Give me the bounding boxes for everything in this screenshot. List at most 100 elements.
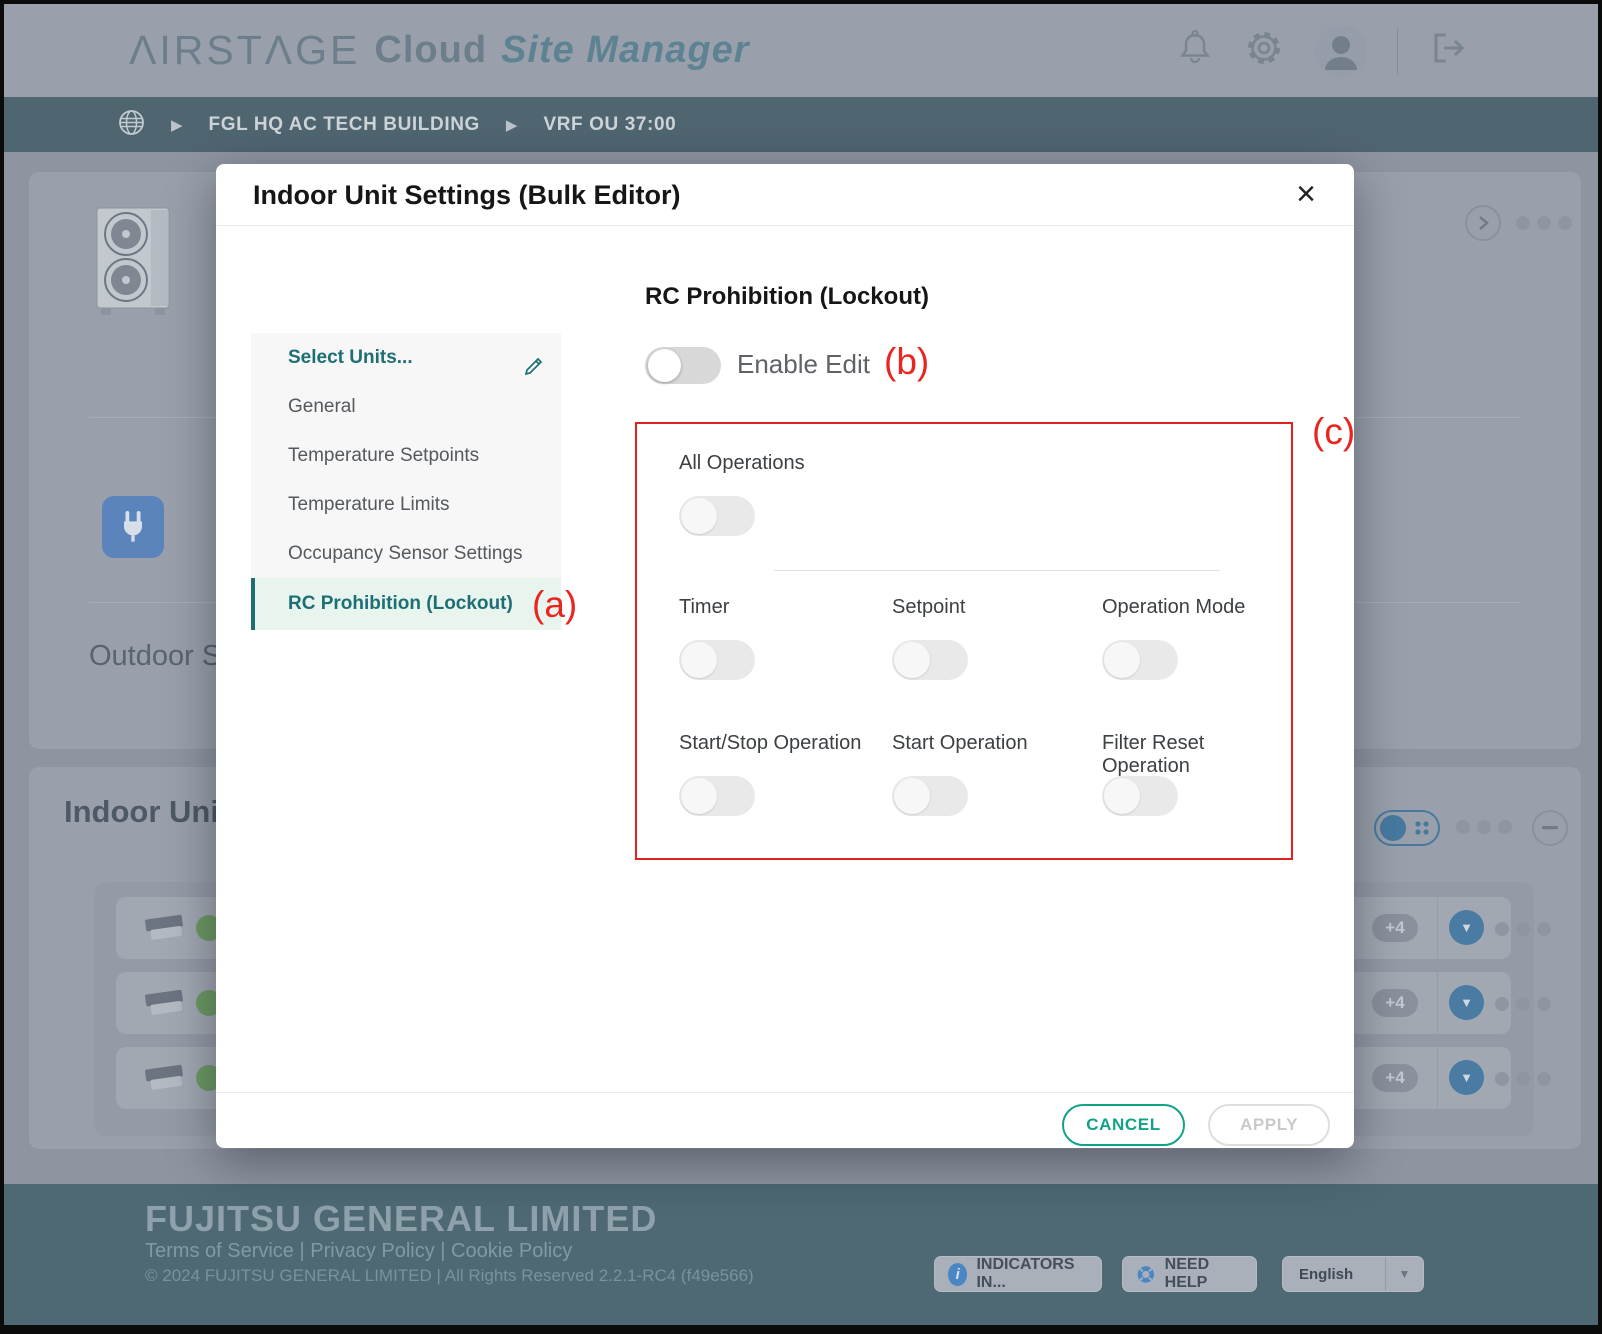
menu-item-temperature-limits[interactable]: Temperature Limits: [251, 480, 561, 529]
app-root: ΛIRSTΛGE Cloud Site Manager ▶ FGL HQ AC …: [0, 0, 1602, 1334]
collapse-minus-button[interactable]: [1532, 810, 1568, 846]
fan-dropdown-button[interactable]: ▼: [1449, 985, 1484, 1020]
more-units-badge: +4: [1372, 989, 1418, 1017]
language-selected-value: English: [1283, 1266, 1385, 1283]
row-more-icon[interactable]: [1495, 997, 1551, 1011]
timer-toggle[interactable]: [679, 640, 755, 680]
info-icon: i: [948, 1263, 967, 1286]
menu-item-rc-prohibition[interactable]: RC Prohibition (Lockout): [251, 578, 561, 630]
close-icon[interactable]: ×: [1296, 172, 1316, 216]
page-footer: FUJITSU GENERAL LIMITED Terms of Service…: [4, 1184, 1598, 1325]
start-operation-toggle[interactable]: [892, 776, 968, 816]
cassette-unit-icon: [141, 1060, 189, 1096]
cancel-button[interactable]: CANCEL: [1062, 1104, 1185, 1146]
chevron-down-icon: ▼: [1385, 1257, 1423, 1291]
indicators-button-label: INDICATORS IN...: [976, 1256, 1088, 1292]
breadcrumb-unit[interactable]: VRF OU 37:00: [543, 114, 676, 136]
menu-item-label: RC Prohibition (Lockout): [288, 593, 513, 614]
expand-chevron-button[interactable]: [1465, 205, 1501, 241]
toggle-knob: [894, 778, 930, 814]
terms-of-service-link[interactable]: Terms of Service: [145, 1240, 294, 1262]
operations-highlight-box: All Operations Timer Setpoint Operation …: [635, 422, 1293, 860]
breadcrumb-arrow-icon: ▶: [506, 116, 518, 134]
footer-copyright: © 2024 FUJITSU GENERAL LIMITED | All Rig…: [145, 1266, 754, 1286]
cassette-unit-icon: [141, 910, 189, 946]
toggle-knob: [894, 642, 930, 678]
fan-dropdown-button[interactable]: ▼: [1449, 1060, 1484, 1095]
menu-item-label: Temperature Setpoints: [288, 445, 479, 466]
annotation-c: (c): [1312, 412, 1355, 452]
menu-item-label: Temperature Limits: [288, 494, 450, 515]
need-help-button[interactable]: NEED HELP: [1122, 1256, 1257, 1292]
apply-button[interactable]: APPLY: [1208, 1104, 1330, 1146]
settings-gear-icon[interactable]: [1243, 27, 1285, 74]
cookie-policy-link[interactable]: Cookie Policy: [451, 1240, 572, 1262]
menu-item-temperature-setpoints[interactable]: Temperature Setpoints: [251, 431, 561, 480]
breadcrumb-site[interactable]: FGL HQ AC TECH BUILDING: [209, 114, 480, 136]
breadcrumb: ▶ FGL HQ AC TECH BUILDING ▶ VRF OU 37:00: [4, 97, 1598, 152]
grid-view-icon: [1411, 817, 1433, 839]
filter-reset-operation-toggle[interactable]: [1102, 776, 1178, 816]
row-divider: [1437, 897, 1438, 959]
logout-icon[interactable]: [1428, 31, 1468, 70]
modal-title: Indoor Unit Settings (Bulk Editor): [253, 164, 680, 226]
operation-mode-label: Operation Mode: [1102, 596, 1245, 619]
modal-footer-divider: [216, 1092, 1354, 1093]
outdoor-card-more-icon[interactable]: [1516, 216, 1572, 230]
cassette-unit-icon: [141, 985, 189, 1021]
down-triangle-icon: ▼: [1460, 920, 1473, 935]
more-units-badge: +4: [1372, 914, 1418, 942]
menu-item-occupancy-sensor-settings[interactable]: Occupancy Sensor Settings: [251, 529, 561, 578]
down-triangle-icon: ▼: [1460, 1070, 1473, 1085]
setpoint-label: Setpoint: [892, 596, 965, 619]
operation-mode-toggle[interactable]: [1102, 640, 1178, 680]
notifications-bell-icon[interactable]: [1177, 29, 1213, 72]
content-heading: RC Prohibition (Lockout): [645, 283, 929, 311]
user-avatar[interactable]: [1315, 25, 1367, 77]
header-actions: [1177, 4, 1468, 97]
indoor-card-more-icon[interactable]: [1456, 820, 1512, 834]
link-separator: |: [294, 1240, 310, 1262]
header-divider: [1397, 28, 1398, 74]
setpoint-toggle[interactable]: [892, 640, 968, 680]
toggle-knob: [1104, 642, 1140, 678]
row-more-icon[interactable]: [1495, 1072, 1551, 1086]
view-toggle[interactable]: [1374, 810, 1440, 846]
modal-header: Indoor Unit Settings (Bulk Editor) ×: [216, 164, 1354, 226]
menu-item-label: Occupancy Sensor Settings: [288, 543, 522, 564]
top-header-bar: ΛIRSTΛGE Cloud Site Manager: [4, 4, 1598, 97]
indicators-button[interactable]: i INDICATORS IN...: [934, 1256, 1102, 1292]
all-operations-label: All Operations: [679, 452, 805, 475]
outdoor-unit-image: [89, 204, 184, 324]
annotation-b: (b): [884, 342, 929, 382]
globe-icon[interactable]: [118, 109, 145, 141]
privacy-policy-link[interactable]: Privacy Policy: [310, 1240, 434, 1262]
indoor-unit-settings-modal: Indoor Unit Settings (Bulk Editor) × Sel…: [216, 164, 1354, 1148]
annotation-a: (a): [532, 585, 577, 625]
menu-item-general[interactable]: General: [251, 382, 561, 431]
start-operation-label: Start Operation: [892, 732, 1028, 755]
row-more-icon[interactable]: [1495, 922, 1551, 936]
power-plug-icon: [102, 496, 164, 558]
menu-item-label: Select Units...: [288, 347, 413, 368]
language-select[interactable]: English ▼: [1282, 1256, 1424, 1292]
all-operations-toggle[interactable]: [679, 496, 755, 536]
toggle-knob: [648, 349, 681, 382]
start-stop-operation-toggle[interactable]: [679, 776, 755, 816]
view-toggle-knob: [1380, 815, 1406, 841]
logo-site-manager-text: Site Manager: [501, 29, 750, 72]
airstage-cloud-logo: ΛIRSTΛGE Cloud Site Manager: [129, 4, 750, 97]
fan-dropdown-button[interactable]: ▼: [1449, 910, 1484, 945]
down-triangle-icon: ▼: [1460, 995, 1473, 1010]
modal-menu: Select Units... General Temperature Setp…: [251, 333, 561, 630]
lifebuoy-icon: [1136, 1263, 1156, 1286]
operations-divider: [774, 570, 1220, 571]
enable-edit-label: Enable Edit: [737, 349, 870, 380]
toggle-knob: [681, 498, 717, 534]
menu-item-select-units[interactable]: Select Units...: [251, 333, 561, 382]
toggle-knob: [1104, 778, 1140, 814]
logo-airstage-text: ΛIRSTΛGE: [129, 27, 360, 74]
logo-cloud-text: Cloud: [374, 29, 487, 72]
enable-edit-toggle[interactable]: [645, 347, 721, 384]
start-stop-operation-label: Start/Stop Operation: [679, 732, 861, 755]
